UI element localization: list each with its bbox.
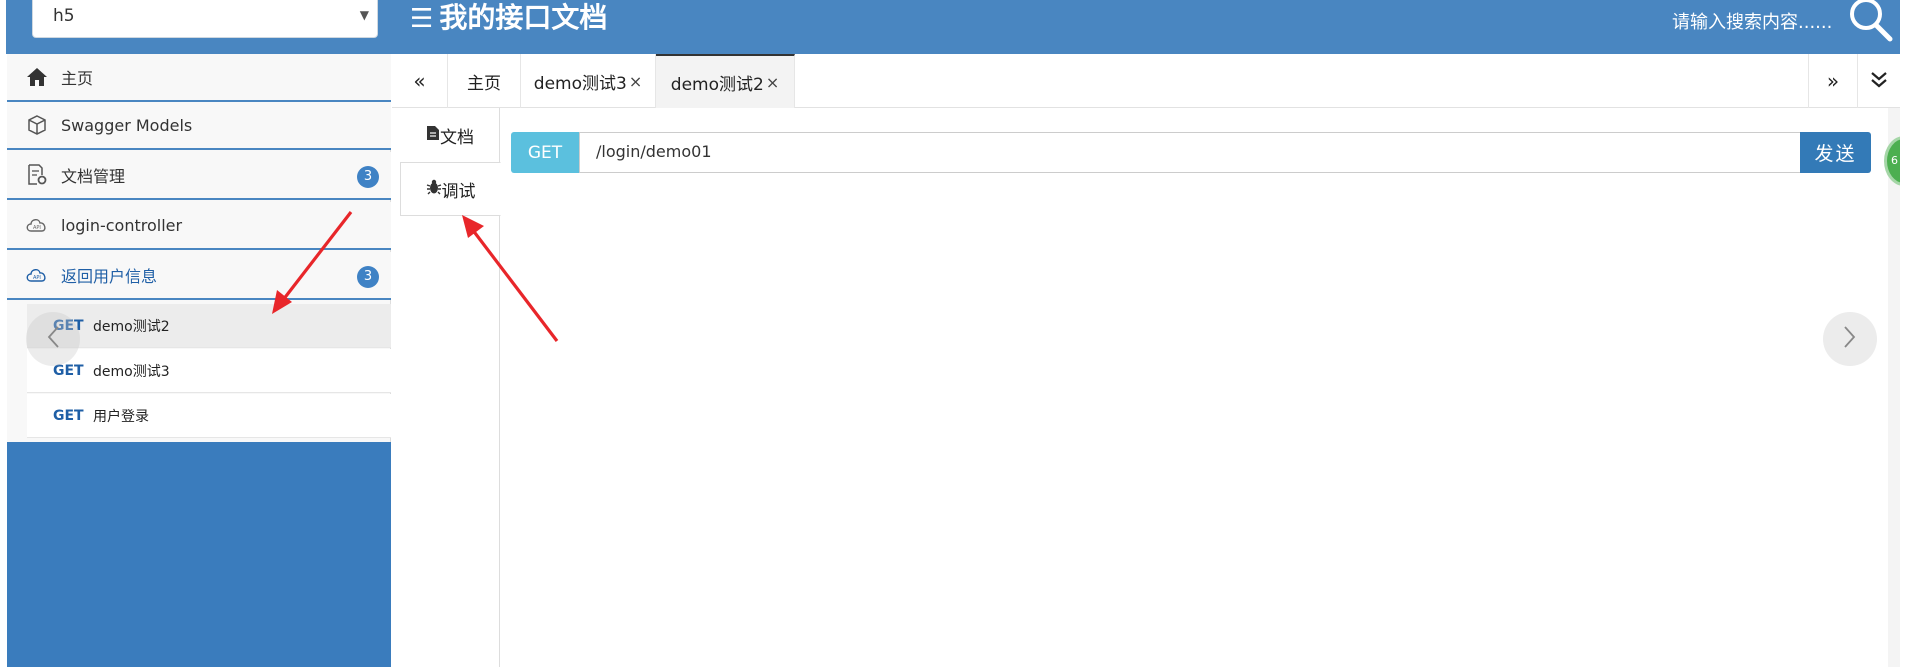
annotation-arrows (272, 211, 559, 342)
app-window: { "header": { "project_select_value": "h… (0, 0, 1911, 667)
annotation-arrow (272, 211, 353, 314)
annotation-arrow (462, 215, 559, 342)
